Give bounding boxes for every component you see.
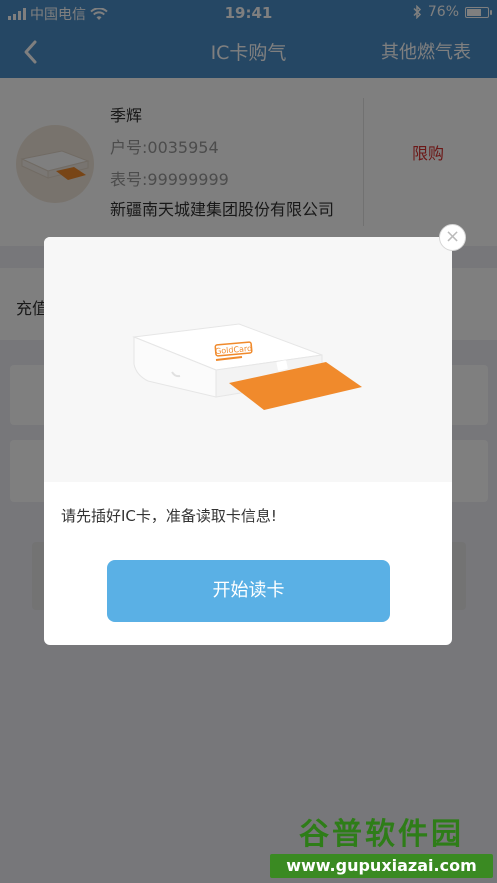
watermark-title: 谷普软件园 (299, 817, 464, 852)
card-reader-device-icon: GoldCard (132, 323, 362, 410)
card-reader-illustration: GoldCard (44, 237, 452, 482)
insert-card-message: 请先插好IC卡，准备读取卡信息! (61, 507, 277, 525)
site-watermark: 谷普软件园 www.gupuxiazai.com (270, 818, 493, 880)
close-icon[interactable]: × (439, 224, 466, 251)
start-read-card-button[interactable]: 开始读卡 (107, 560, 390, 622)
read-card-dialog: GoldCard 请先插好IC卡，准备读取卡信息! 开始读卡 (44, 237, 452, 645)
watermark-url: www.gupuxiazai.com (270, 854, 493, 878)
